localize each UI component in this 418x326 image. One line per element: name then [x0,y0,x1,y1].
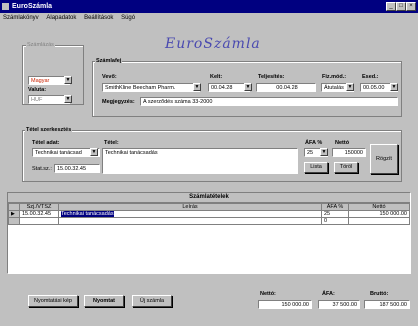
delivery-date-label: Teljesítés: [258,74,285,80]
items-table-panel: Számlatételek Szj./VTSZ Leírás ÁFA % Net… [7,192,411,274]
item-name-label: Tétel: [104,140,119,146]
net-value: 150000 [344,150,363,156]
print-preview-button[interactable]: Nyomtatási kép [28,295,78,307]
menu-bar: Számlakönyv Alapadatok Beállítások Súgó [0,13,418,23]
window-title: EuroSzámla [12,3,53,10]
due-date-value: 00.05.00 [363,85,385,91]
header-vat: ÁFA % [321,203,349,211]
row-description[interactable]: Technikai tanácsadás [58,210,322,218]
issue-date-dropdown-icon[interactable]: ▼ [244,83,252,91]
invoice-header-label: Számlafej [95,58,123,64]
row-description[interactable] [58,217,322,225]
row-code[interactable] [19,217,59,225]
item-date-value: 15.00.32.45 [57,166,87,172]
issue-date-value: 00.04.28 [211,85,233,91]
item-name-value: Technikai tanácsadás [105,150,158,156]
currency-value: HUF [31,97,43,103]
app-icon [2,3,9,10]
title-bar: EuroSzámla [0,0,418,13]
minimize-button[interactable]: _ [386,2,396,11]
item-edit-label: Tétel szerkesztés [25,127,73,133]
table-row[interactable]: 0 [8,217,410,225]
total-vat-value: 37 500.00 [332,302,357,308]
item-type-label: Tétel adat: [32,140,60,146]
print-button[interactable]: Nyomtat [84,295,124,307]
row-net[interactable]: 150 000.00 [348,210,410,218]
table-row[interactable]: ▶ 15.00.32.45 Technikai tanácsadás 25 15… [8,210,410,218]
header-indicator [8,203,20,211]
delivery-date-value: 00.04.28 [276,85,298,91]
currency-dropdown-icon[interactable]: ▼ [64,95,72,103]
total-gross-field: 187 500.00 [364,300,410,309]
total-net-field: 150 000.00 [258,300,312,309]
header-code: Szj./VTSZ [19,203,59,211]
language-group-label: Számlázás [26,42,55,48]
total-net-label: Nettó: [260,291,276,297]
vat-label: ÁFA % [305,140,323,146]
total-net-value: 150 000.00 [281,302,309,308]
buyer-label: Vevő: [102,74,117,80]
row-net[interactable] [348,217,410,225]
list-button[interactable]: Lista [304,162,328,173]
vat-value: 25 [307,150,314,156]
row-indicator [8,217,20,225]
header-net: Nettó [348,203,410,211]
row-code[interactable]: 15.00.32.45 [19,210,59,218]
header-description: Leírás [58,203,322,211]
issue-date-label: Kelt: [210,74,223,80]
payment-method-dropdown-icon[interactable]: ▼ [346,83,354,91]
menu-alapadatok[interactable]: Alapadatok [43,13,79,23]
menu-sugo[interactable]: Súgó [118,13,138,23]
payment-method-label: Fiz.mód.: [322,74,347,80]
item-date-field[interactable]: 15.00.32.45 [54,164,100,173]
note-label: Megjegyzés: [102,99,135,105]
item-type-value: Technikai tanácsad [35,150,82,156]
menu-beallitasok[interactable]: Beállítások [81,13,116,23]
menu-szamlakonyv[interactable]: Számlakönyv [0,13,42,23]
row-indicator-icon: ▶ [8,210,20,218]
language-value: Magyar [31,78,50,84]
buyer-dropdown-icon[interactable]: ▼ [193,83,201,91]
items-table: Szj./VTSZ Leírás ÁFA % Nettó ▶ 15.00.32.… [8,203,410,225]
close-button[interactable]: × [406,2,416,11]
net-label: Nettó [335,140,350,146]
maximize-button[interactable]: □ [396,2,406,11]
net-field[interactable]: 150000 [332,148,366,157]
delivery-date-field[interactable]: 00.04.28 [256,83,316,92]
buyer-value: SmithKline Beecham Pharm. [105,85,176,91]
app-logo: EuroSzámla [165,36,261,52]
total-vat-label: ÁFA: [322,291,335,297]
total-vat-field: 37 500.00 [318,300,360,309]
total-gross-label: Bruttó: [370,291,389,297]
note-value: A szerződés száma 33-2000 [143,99,213,105]
note-field[interactable]: A szerződés száma 33-2000 [140,97,398,106]
row-vat[interactable]: 25 [321,210,349,218]
table-header-row: Szj./VTSZ Leírás ÁFA % Nettó [8,203,410,211]
buyer-select[interactable]: SmithKline Beecham Pharm. [102,83,200,92]
row-description-text: Technikai tanácsadás [61,211,114,217]
new-invoice-button[interactable]: Új számla [132,295,172,307]
currency-label: Valuta: [28,87,47,93]
language-dropdown-icon[interactable]: ▼ [64,76,72,84]
item-type-dropdown-icon[interactable]: ▼ [90,148,98,156]
vat-dropdown-icon[interactable]: ▼ [320,148,328,156]
payment-method-value: Átutalás [324,85,344,91]
record-button[interactable]: Rögzít [370,144,398,174]
item-name-field[interactable]: Technikai tanácsadás [102,148,298,174]
total-gross-value: 187 500.00 [379,302,407,308]
item-date-label: Stat.sz.: [32,166,52,172]
due-date-label: Esed.: [362,74,379,80]
due-date-dropdown-icon[interactable]: ▼ [390,83,398,91]
delete-button[interactable]: Töröl [334,162,358,173]
items-table-title: Számlatételek [8,193,410,203]
row-vat[interactable]: 0 [321,217,349,225]
